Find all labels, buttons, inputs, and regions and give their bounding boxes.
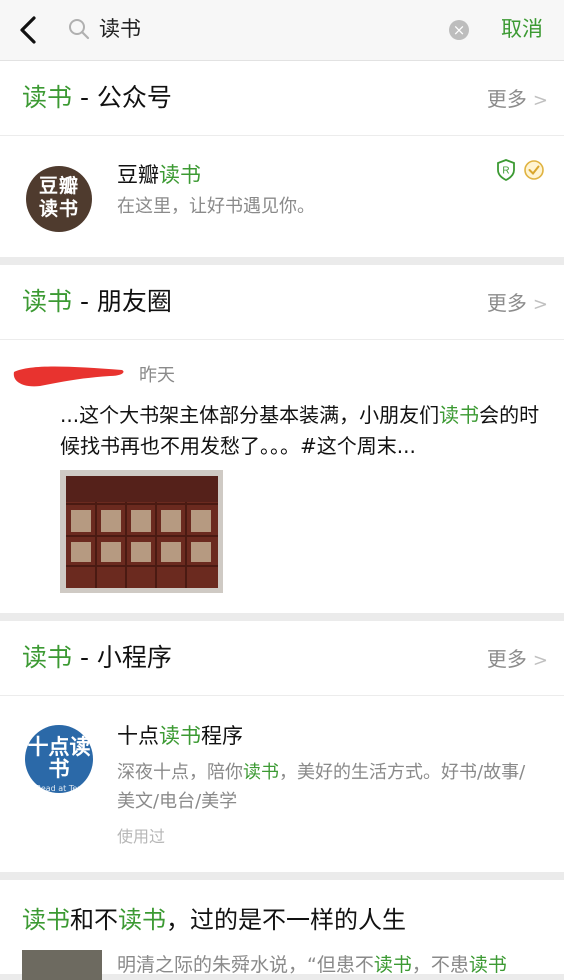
mini-program-name[interactable]: 十点读书程序 bbox=[117, 721, 243, 751]
chevron-right-icon: > bbox=[532, 650, 548, 671]
official-account-section: 读书 - 公众号 更多 > bbox=[0, 61, 564, 257]
chevron-right-icon: > bbox=[532, 90, 548, 111]
more-link[interactable]: 更多 > bbox=[487, 289, 548, 319]
section-title: 读书 - 朋友圈 bbox=[22, 287, 172, 316]
redacted-username bbox=[13, 366, 124, 387]
more-link[interactable]: 更多 > bbox=[487, 645, 548, 675]
chevron-right-icon: > bbox=[532, 294, 548, 315]
used-label: 使用过 bbox=[117, 827, 166, 846]
article-thumbnail[interactable] bbox=[22, 950, 102, 980]
search-icon bbox=[69, 19, 90, 40]
section-title: 读书 - 小程序 bbox=[22, 643, 172, 672]
mini-program-description: 深夜十点，陪你读书，美好的生活方式。好书/故事/美文/电台/美学 bbox=[117, 762, 526, 812]
section-header: 读书 - 公众号 更多 > bbox=[0, 61, 564, 136]
post-text[interactable]: ...这个大书架主体部分基本装满，小朋友们读书会的时候找书再也不用发愁了。。。#… bbox=[60, 400, 542, 462]
section-header: 读书 - 小程序 更多 > bbox=[0, 621, 564, 696]
article-snippet: 明清之际的朱舜水说，“但患不读书，不患读书 bbox=[117, 954, 507, 976]
svg-text:R: R bbox=[502, 166, 509, 177]
account-name[interactable]: 豆瓣读书 bbox=[117, 160, 201, 190]
account-description: 在这里，让好书遇见你。 bbox=[117, 196, 315, 217]
clear-icon[interactable]: × bbox=[449, 20, 469, 40]
article-title[interactable]: 读书和不读书，过的是不一样的人生 bbox=[22, 903, 406, 937]
cancel-button[interactable]: 取消 bbox=[501, 14, 543, 44]
search-bar: 读书 × 取消 bbox=[0, 0, 564, 61]
back-arrow-icon[interactable] bbox=[14, 14, 44, 46]
avatar[interactable]: 豆瓣 读书 bbox=[26, 166, 92, 232]
more-link[interactable]: 更多 > bbox=[487, 85, 548, 115]
bookshelf-photo[interactable] bbox=[60, 470, 223, 593]
search-input[interactable]: 读书 bbox=[99, 14, 141, 44]
section-title: 读书 - 公众号 bbox=[22, 83, 172, 112]
shield-icon: R bbox=[497, 159, 515, 182]
section-header: 读书 - 朋友圈 更多 > bbox=[0, 265, 564, 340]
verified-icon bbox=[524, 160, 544, 180]
post-date: 昨天 bbox=[139, 365, 175, 386]
mini-program-icon[interactable]: 十点读书 Read at Ten bbox=[25, 725, 93, 793]
